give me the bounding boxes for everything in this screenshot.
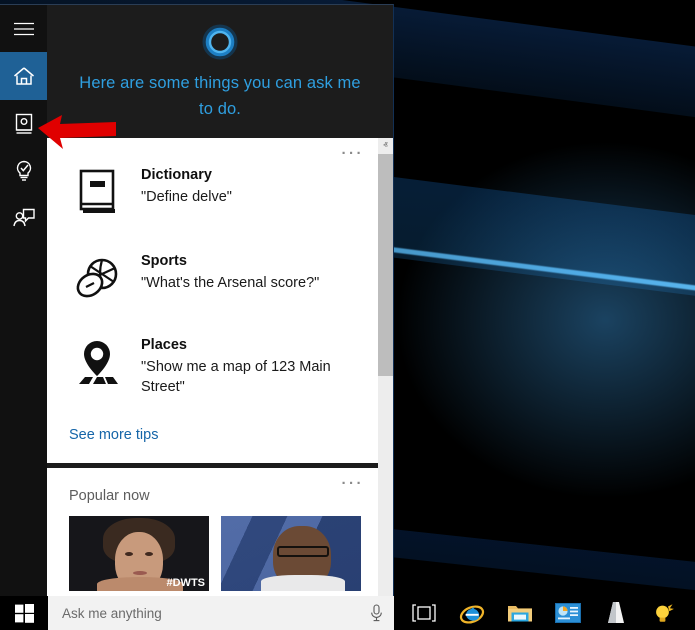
cortana-logo-wrap [47,23,393,61]
tip-body: Sports "What's the Arsenal score?" [141,252,319,293]
ie-icon [459,601,485,625]
popular-now-card: ··· Popular now #DWTS [47,468,378,596]
thumbnail-tag: #DWTS [167,577,206,589]
tip-body: Dictionary "Define delve" [141,166,232,207]
cortana-cards: ··· Dictionary "Define delve" Sports "Wh… [47,138,378,596]
tip-quote: "Show me a map of 123 Main Street" [141,357,360,397]
home-icon [12,65,36,87]
slides-icon [555,603,581,623]
popular-card-overflow-button[interactable]: ··· [342,476,365,491]
map-pin-icon [73,338,121,388]
taskbar-item-presentation-app[interactable] [544,596,592,630]
start-button[interactable] [0,596,48,630]
tips-card-overflow-button[interactable]: ··· [342,146,365,161]
scrollbar-track[interactable] [378,154,393,580]
sidebar-item-hamburger[interactable] [0,5,47,52]
scrollbar-thumb[interactable] [378,154,393,376]
thumb-art [277,546,329,557]
taskbar-item-metronome-app[interactable] [592,596,640,630]
red-arrow-pointer [36,112,118,154]
sports-balls-icon [72,254,122,302]
sidebar-item-feedback[interactable] [0,194,47,241]
taskbar-items [394,596,695,630]
metronome-icon [605,601,627,625]
microphone-icon[interactable] [366,604,386,622]
thumb-art [145,552,153,556]
cortana-sidebar [0,5,47,596]
news-thumbnail-weather[interactable] [221,516,361,591]
thumb-art [133,571,147,575]
tips-card: ··· Dictionary "Define delve" Sports "Wh… [47,138,378,463]
taskbar-item-idea-app[interactable] [640,596,688,630]
sidebar-item-reminders[interactable] [0,147,47,194]
cortana-scrollbar[interactable]: ⱏ ⱟ [378,138,393,596]
cortana-content: Here are some things you can ask me to d… [47,5,393,596]
windows-logo-icon [15,604,34,623]
lightbulb-icon [652,601,676,625]
thumb-art [125,552,133,556]
lightbulb-check-icon [13,159,35,183]
taskbar-item-internet-explorer[interactable] [448,596,496,630]
tip-item-places[interactable]: Places "Show me a map of 123 Main Street… [47,330,378,403]
thumb-art [261,575,345,591]
folder-icon [507,602,533,624]
tip-icon-wrap [69,252,125,302]
tip-quote: "What's the Arsenal score?" [141,273,319,293]
tip-body: Places "Show me a map of 123 Main Street… [141,336,360,397]
search-box[interactable]: Ask me anything [48,596,394,630]
taskbar-item-task-view[interactable] [400,596,448,630]
scroll-up-button[interactable]: ⱏ [383,138,387,154]
tip-item-sports[interactable]: Sports "What's the Arsenal score?" [47,246,378,308]
notebook-icon [13,112,35,136]
hamburger-icon [13,21,35,37]
screen: Here are some things you can ask me to d… [0,0,695,630]
cortana-ring-icon [201,23,239,61]
popular-now-title: Popular now [47,484,378,516]
tip-quote: "Define delve" [141,187,232,207]
news-thumbnail-dwts[interactable]: #DWTS [69,516,209,591]
person-speech-icon [12,207,36,229]
cortana-panel: Here are some things you can ask me to d… [0,4,394,596]
tip-item-dictionary[interactable]: Dictionary "Define delve" [47,160,378,224]
taskbar: Ask me anything [0,596,695,630]
taskbar-item-file-explorer[interactable] [496,596,544,630]
tip-icon-wrap [69,166,125,218]
cortana-scroll-area: ··· Dictionary "Define delve" Sports "Wh… [47,138,393,596]
popular-now-thumbnails: #DWTS [47,516,378,591]
wallpaper-glow [395,140,695,500]
tip-icon-wrap [69,336,125,388]
task-view-icon [412,604,436,622]
sidebar-item-home[interactable] [0,52,47,100]
search-input[interactable]: Ask me anything [62,606,366,621]
tip-title: Sports [141,252,319,272]
see-more-tips-link[interactable]: See more tips [47,425,180,463]
tip-title: Places [141,336,360,356]
tip-title: Dictionary [141,166,232,186]
book-icon [75,168,119,218]
